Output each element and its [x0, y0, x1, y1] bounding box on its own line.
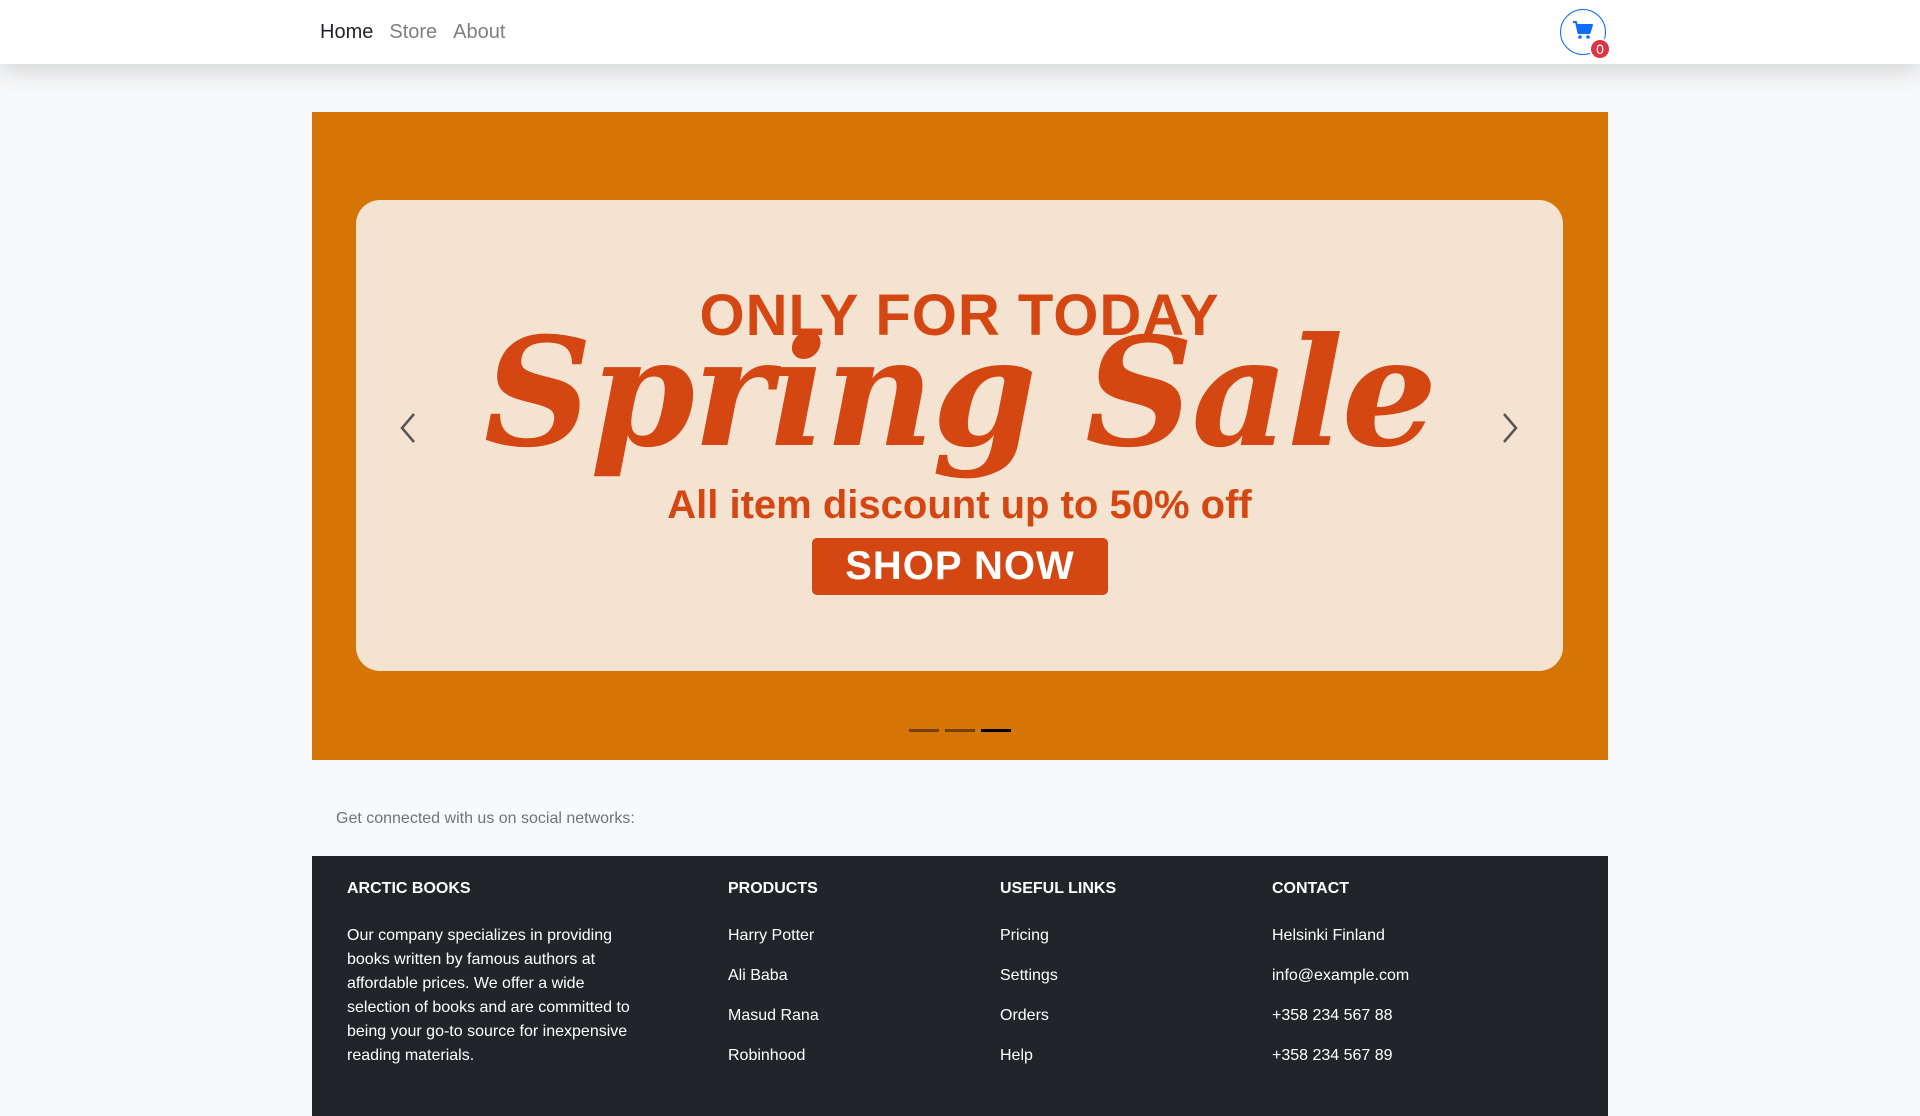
footer-link-pricing[interactable]: Pricing [1000, 927, 1049, 944]
nav-link-store[interactable]: Store [389, 21, 437, 44]
nav-link-home[interactable]: Home [320, 21, 373, 44]
footer-heading-products: PRODUCTS [728, 880, 818, 897]
footer-useful-links-list: Pricing Settings Orders Help [1000, 924, 1058, 1084]
contact-location: Helsinki Finland [1272, 927, 1385, 944]
footer-link-harry-potter[interactable]: Harry Potter [728, 927, 814, 944]
sale-subtitle: All item discount up to 50% off [667, 483, 1252, 527]
cart-icon [1572, 20, 1594, 45]
footer-link-robinhood[interactable]: Robinhood [728, 1047, 805, 1064]
chevron-left-icon [398, 411, 418, 450]
social-networks-text: Get connected with us on social networks… [336, 810, 635, 827]
footer-heading-contact: CONTACT [1272, 880, 1350, 897]
footer-heading-company: ARCTIC BOOKS [347, 880, 471, 897]
contact-phone: +358 234 567 88 [1272, 1007, 1393, 1024]
carousel-prev-button[interactable] [388, 410, 428, 450]
list-item: Masud Rana [728, 1004, 819, 1044]
contact-email: info@example.com [1272, 967, 1410, 984]
footer-products-list: Harry Potter Ali Baba Masud Rana Robinho… [728, 924, 819, 1084]
nav-link-about[interactable]: About [453, 21, 505, 44]
footer-heading-useful-links: USEFUL LINKS [1000, 880, 1117, 897]
shop-now-button[interactable]: SHOP NOW [812, 538, 1108, 595]
carousel-indicator-1[interactable] [909, 729, 939, 732]
carousel-indicators [312, 729, 1608, 732]
footer-link-orders[interactable]: Orders [1000, 1007, 1049, 1024]
carousel-indicator-2[interactable] [945, 729, 975, 732]
footer-link-help[interactable]: Help [1000, 1047, 1033, 1064]
list-item: Help [1000, 1044, 1058, 1084]
list-item: Pricing [1000, 924, 1058, 964]
carousel-next-button[interactable] [1490, 410, 1530, 450]
hero-carousel: ONLY FOR TODAY Spring Sale All item disc… [312, 112, 1608, 760]
cart-button[interactable]: 0 [1560, 9, 1611, 60]
footer-link-settings[interactable]: Settings [1000, 967, 1058, 984]
footer-link-ali-baba[interactable]: Ali Baba [728, 967, 788, 984]
sale-title: Spring Sale [483, 305, 1437, 481]
footer-contact-list: Helsinki Finland info@example.com +358 2… [1272, 924, 1409, 1084]
list-item: Orders [1000, 1004, 1058, 1044]
navbar: Home Store About 0 [0, 0, 1920, 64]
nav-links: Home Store About [320, 0, 505, 64]
list-item: Ali Baba [728, 964, 819, 1004]
footer-about-text: Our company specializes in providing boo… [347, 927, 630, 1064]
cart-count-badge: 0 [1589, 38, 1611, 60]
chevron-right-icon [1500, 411, 1520, 450]
sale-banner[interactable]: ONLY FOR TODAY Spring Sale All item disc… [356, 200, 1563, 671]
list-item: Harry Potter [728, 924, 819, 964]
footer-link-masud-rana[interactable]: Masud Rana [728, 1007, 819, 1024]
contact-phone: +358 234 567 89 [1272, 1047, 1393, 1064]
list-item: Robinhood [728, 1044, 819, 1084]
list-item: Settings [1000, 964, 1058, 1004]
carousel-indicator-3[interactable] [981, 729, 1011, 732]
footer: ARCTIC BOOKS Our company specializes in … [312, 856, 1608, 1116]
